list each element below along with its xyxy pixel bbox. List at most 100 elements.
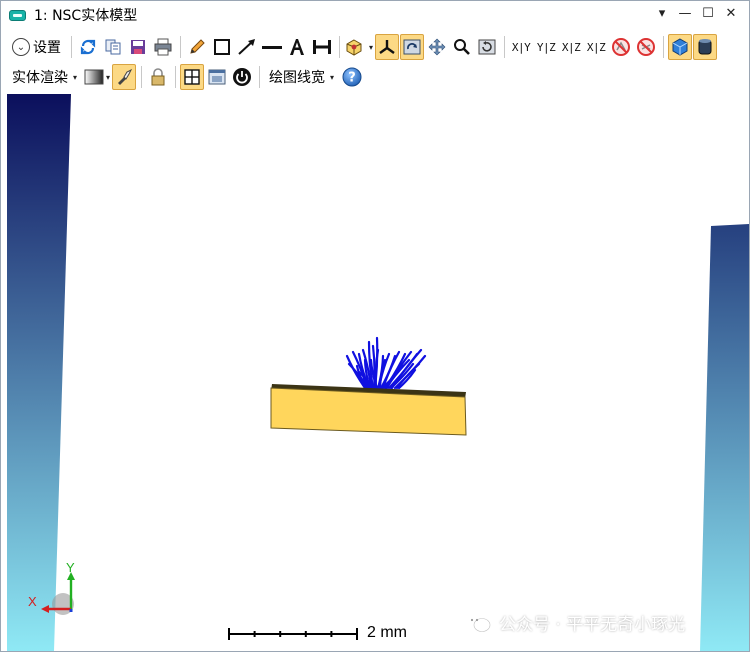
- toolbar-separator: [141, 66, 143, 88]
- pencil-tool-button[interactable]: [185, 34, 209, 60]
- text-tool-button[interactable]: [285, 34, 309, 60]
- view-xz-label: X|Z: [561, 40, 581, 54]
- axis-x-label: X: [28, 594, 37, 609]
- dropdown-caret-icon: ▾: [106, 72, 111, 82]
- line-width-dropdown[interactable]: 绘图线宽 ▾: [264, 64, 339, 90]
- rectangle-tool-button[interactable]: [210, 34, 234, 60]
- view-xz-alt-button[interactable]: X|Z: [584, 34, 608, 60]
- toolbar-separator: [504, 36, 506, 58]
- detector-slab: [270, 384, 467, 436]
- dimension-icon: [313, 40, 331, 54]
- background-gradient-dropdown[interactable]: ▾: [83, 64, 111, 90]
- arrow-tool-button[interactable]: [235, 34, 259, 60]
- dimension-tool-button[interactable]: [310, 34, 334, 60]
- help-question-mark: ?: [348, 71, 356, 86]
- refresh-icon: [80, 39, 96, 55]
- power-toggle-button[interactable]: [230, 64, 254, 90]
- no-objects-icon: [637, 38, 656, 56]
- toolbar-secondary: 实体渲染 ▾ ▾ 绘图线宽 ▾ ?: [1, 62, 749, 92]
- help-button[interactable]: ?: [340, 64, 364, 90]
- no-rays-button[interactable]: [609, 34, 633, 60]
- refresh-button[interactable]: [76, 34, 100, 60]
- zoom-button[interactable]: [450, 34, 474, 60]
- view-xz-button[interactable]: X|Z: [559, 34, 583, 60]
- window-app-icon: [9, 9, 26, 21]
- lock-icon: [151, 68, 165, 86]
- scale-bar-label: 2 mm: [367, 624, 407, 641]
- line-width-label: 绘图线宽: [269, 70, 326, 86]
- help-icon: ?: [342, 67, 362, 87]
- ray-bundle: [345, 336, 427, 390]
- watermark: 公众号 · 平平无奇小琢光: [465, 610, 685, 635]
- reset-view-icon: [478, 39, 496, 55]
- view-yz-button[interactable]: Y|Z: [534, 34, 558, 60]
- solid-cube-view-button[interactable]: [668, 34, 693, 60]
- save-icon: [131, 40, 145, 54]
- line-icon: [262, 46, 282, 49]
- pan-button[interactable]: [425, 34, 449, 60]
- orientation-cube-icon: [346, 39, 362, 56]
- maximize-icon[interactable]: ☐: [700, 5, 716, 23]
- arrow-icon: [238, 39, 255, 55]
- rotate-box-icon: [403, 39, 421, 55]
- rectangle-icon: [214, 39, 230, 55]
- window-layout-button[interactable]: [205, 64, 229, 90]
- copy-icon: [105, 39, 121, 55]
- view-orientation-dropdown[interactable]: ▾: [344, 34, 374, 60]
- flashlight-icon: [118, 68, 133, 85]
- toolbar-separator: [175, 66, 177, 88]
- power-icon: [233, 68, 252, 86]
- cylinder-icon: [698, 39, 712, 55]
- wechat-icon: [465, 612, 491, 634]
- toolbar-separator: [339, 36, 340, 58]
- title-bar: 1: NSC实体模型 ▾ — ☐ ✕: [1, 1, 749, 29]
- no-rays-icon: [612, 38, 631, 56]
- copy-button[interactable]: [101, 34, 125, 60]
- print-icon: [154, 38, 172, 56]
- pencil-icon: [190, 39, 205, 54]
- cube-icon: [672, 38, 688, 56]
- magnifier-icon: [454, 39, 470, 55]
- nsc-solid-model-window: 1: NSC实体模型 ▾ — ☐ ✕ ⌄ 设置 ▾ X|Y Y|Z X|Z X|…: [0, 0, 750, 652]
- window-menu-dropdown-icon[interactable]: ▾: [654, 5, 670, 23]
- line-tool-button[interactable]: [260, 34, 284, 60]
- layout-grid-button[interactable]: [180, 64, 205, 90]
- toolbar-primary: ⌄ 设置 ▾ X|Y Y|Z X|Z X|Z: [1, 32, 749, 62]
- lock-button[interactable]: [146, 64, 170, 90]
- minimize-icon[interactable]: —: [677, 5, 693, 23]
- view-yz-label: Y|Z: [536, 40, 556, 54]
- render-mode-dropdown[interactable]: 实体渲染 ▾: [7, 64, 82, 90]
- 3d-viewport[interactable]: Y X 2 mm 公众号 · 平平无奇小琢光: [7, 94, 749, 651]
- settings-button[interactable]: ⌄ 设置: [7, 34, 66, 60]
- chevron-down-icon: ⌄: [12, 38, 30, 56]
- reset-view-button[interactable]: [475, 34, 499, 60]
- view-xy-button[interactable]: X|Y: [509, 34, 533, 60]
- close-icon[interactable]: ✕: [723, 5, 739, 23]
- render-mode-label: 实体渲染: [12, 70, 68, 86]
- no-objects-button[interactable]: [634, 34, 658, 60]
- dropdown-caret-icon: ▾: [330, 72, 335, 82]
- solid-cylinder-view-button[interactable]: [693, 34, 718, 60]
- watermark-text: 公众号 · 平平无奇小琢光: [499, 615, 686, 635]
- window-title: 1: NSC实体模型: [34, 8, 138, 24]
- dropdown-caret-icon: ▾: [73, 72, 78, 82]
- rotate-view-button[interactable]: [400, 34, 425, 60]
- grid-layout-icon: [184, 69, 200, 85]
- toolbar-separator: [259, 66, 261, 88]
- axes-view-button[interactable]: [375, 34, 400, 60]
- view-xy-label: X|Y: [511, 40, 531, 54]
- axes-icon: [379, 40, 395, 54]
- dropdown-caret-icon: ▾: [369, 42, 374, 52]
- axis-y-label: Y: [66, 560, 75, 575]
- viewport-canvas[interactable]: [7, 94, 749, 651]
- save-button[interactable]: [126, 34, 150, 60]
- flashlight-button[interactable]: [112, 64, 137, 90]
- print-button[interactable]: [151, 34, 175, 60]
- gradient-swatch-icon: [84, 69, 104, 85]
- toolbar-separator: [71, 36, 72, 58]
- scale-bar: [228, 628, 358, 640]
- settings-label: 设置: [33, 40, 61, 56]
- pan-arrows-icon: [428, 38, 446, 56]
- toolbar-separator: [180, 36, 181, 58]
- text-a-icon: [290, 39, 304, 55]
